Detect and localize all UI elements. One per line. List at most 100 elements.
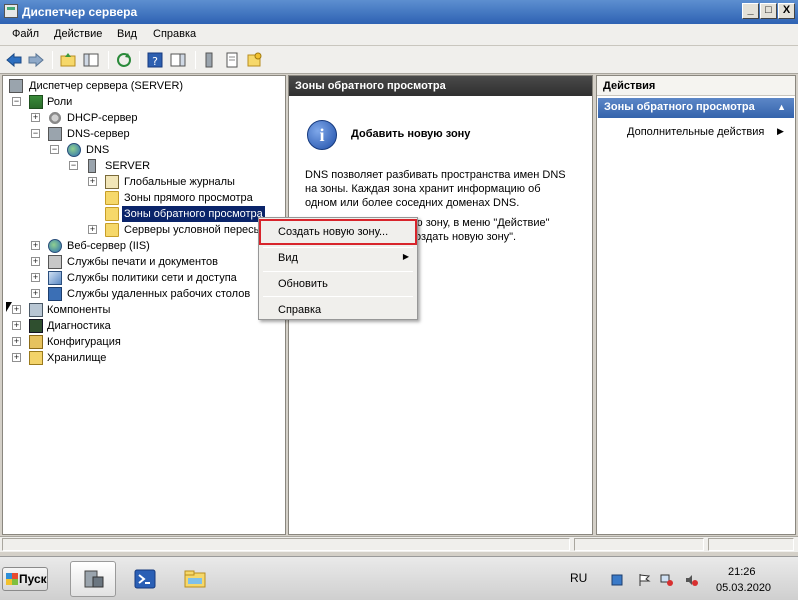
tree-label: SERVER (105, 160, 151, 172)
tree-label: DHCP-сервер (67, 112, 138, 124)
expand-toggle[interactable]: + (31, 113, 40, 122)
dns-server-icon (48, 127, 62, 141)
actions-pane: Действия Зоны обратного просмотра ▲ Допо… (596, 75, 796, 535)
tree-item-nps[interactable]: + Службы политики сети и доступа (7, 270, 277, 286)
configuration-icon (29, 335, 43, 349)
expand-toggle[interactable]: + (31, 273, 40, 282)
menu-action[interactable]: Действие (54, 28, 102, 40)
properties-pane-icon[interactable] (169, 51, 187, 69)
tree-item-iis[interactable]: + Веб-сервер (IIS) (7, 238, 277, 254)
collapse-toggle[interactable]: − (31, 129, 40, 138)
section-label: Зоны обратного просмотра (604, 101, 755, 113)
toolbar: ? (0, 46, 798, 74)
expand-toggle[interactable]: + (88, 177, 97, 186)
collapse-toggle[interactable]: − (12, 97, 21, 106)
menu-view[interactable]: Вид (117, 28, 137, 40)
action-center-flag-icon[interactable] (637, 573, 651, 587)
collapse-arrow-icon[interactable]: ▲ (777, 102, 786, 112)
tree-item-root[interactable]: Диспетчер сервера (SERVER) (7, 78, 277, 94)
tree-item-roles[interactable]: − Роли (7, 94, 277, 110)
clock-date[interactable]: 05.03.2020 (716, 582, 771, 594)
iis-icon (48, 239, 62, 253)
toolbar-separator (52, 51, 53, 69)
start-button[interactable]: Пуск (2, 567, 48, 591)
new-zone-icon[interactable] (245, 51, 263, 69)
collapse-toggle[interactable]: − (50, 145, 59, 154)
status-cell (2, 538, 570, 551)
expand-toggle[interactable]: + (31, 257, 40, 266)
refresh-icon[interactable] (115, 51, 133, 69)
tree-item-dhcp[interactable]: + DHCP-сервер (7, 110, 277, 126)
forward-icon[interactable] (27, 51, 45, 69)
menu-item-refresh[interactable]: Обновить (261, 273, 415, 295)
menu-help[interactable]: Справка (153, 28, 196, 40)
tree-item-dns-server[interactable]: − DNS-сервер (7, 126, 277, 142)
up-folder-icon[interactable] (59, 51, 77, 69)
dhcp-icon (48, 111, 62, 125)
submenu-arrow-icon: ▶ (402, 252, 409, 261)
tree-item-storage[interactable]: + Хранилище (7, 350, 277, 366)
expand-toggle[interactable]: + (12, 337, 21, 346)
toolbar-separator (195, 51, 196, 69)
taskbar-powershell[interactable] (121, 561, 167, 597)
expand-toggle[interactable]: + (88, 225, 97, 234)
storage-icon (29, 351, 43, 365)
server-manager-icon (84, 570, 104, 588)
tree-label: Серверы условной пересы (124, 224, 262, 236)
server-manager-icon (4, 4, 18, 18)
volume-muted-icon[interactable] (684, 573, 698, 587)
window-title: Диспетчер сервера (22, 5, 138, 19)
tree-item-print[interactable]: + Службы печати и документов (7, 254, 277, 270)
roles-icon (29, 95, 43, 109)
expand-toggle[interactable]: + (12, 353, 21, 362)
menu-item-view[interactable]: Вид ▶ (261, 247, 415, 269)
close-button[interactable]: X (778, 3, 795, 19)
tree-label: Диспетчер сервера (SERVER) (29, 80, 184, 92)
tree-item-dns[interactable]: − DNS (7, 142, 277, 158)
server-manager-tray-icon[interactable] (610, 573, 624, 587)
help-icon[interactable]: ? (146, 51, 164, 69)
actions-header: Действия (597, 76, 795, 96)
document-icon[interactable] (223, 51, 241, 69)
taskbar-explorer[interactable] (171, 561, 217, 597)
maximize-button[interactable]: □ (760, 3, 777, 19)
tree-label: Конфигурация (47, 336, 121, 348)
tree-label: Зоны прямого просмотра (124, 192, 253, 204)
status-cell (708, 538, 794, 551)
tree-item-diagnostics[interactable]: + Диагностика (7, 318, 277, 334)
expand-toggle[interactable]: + (31, 289, 40, 298)
tree-item-conditional-forwarders[interactable]: + Серверы условной пересы (7, 222, 277, 238)
tree-item-global-logs[interactable]: + Глобальные журналы (7, 174, 277, 190)
menu-file[interactable]: Файл (12, 28, 39, 40)
expand-toggle[interactable]: + (12, 321, 21, 330)
components-icon (29, 303, 43, 317)
tree-item-rds[interactable]: + Службы удаленных рабочих столов (7, 286, 277, 302)
server-manager-icon (9, 79, 23, 93)
back-icon[interactable] (5, 51, 23, 69)
more-actions-item[interactable]: Дополнительные действия (627, 126, 764, 138)
tree-item-configuration[interactable]: + Конфигурация (7, 334, 277, 350)
language-indicator[interactable]: RU (570, 571, 587, 585)
expand-toggle[interactable]: + (31, 241, 40, 250)
menu-item-help[interactable]: Справка (261, 299, 415, 321)
tree-item-reverse-zones[interactable]: Зоны обратного просмотра (7, 206, 277, 222)
server-icon[interactable] (200, 51, 218, 69)
minimize-button[interactable]: _ (742, 3, 759, 19)
network-icon[interactable] (660, 573, 674, 587)
tree-item-forward-zones[interactable]: Зоны прямого просмотра (7, 190, 277, 206)
expand-toggle[interactable]: + (12, 305, 21, 314)
tree-label: DNS (86, 144, 110, 156)
taskbar: Пуск RU 21:26 05.03.2020 (0, 556, 798, 600)
event-log-icon (105, 175, 119, 189)
tree-item-server[interactable]: − SERVER (7, 158, 277, 174)
clock-time[interactable]: 21:26 (728, 566, 756, 578)
collapse-toggle[interactable]: − (69, 161, 78, 170)
taskbar-server-manager[interactable] (70, 561, 116, 597)
actions-section-reverse-zones[interactable]: Зоны обратного просмотра ▲ (598, 98, 794, 118)
toolbar-separator (139, 51, 140, 69)
svg-text:?: ? (152, 55, 158, 68)
show-hide-tree-icon[interactable] (82, 51, 100, 69)
folder-icon (105, 223, 119, 237)
menu-item-create-zone[interactable]: Создать новую зону... (259, 219, 417, 245)
tree-item-components[interactable]: + Компоненты (7, 302, 277, 318)
